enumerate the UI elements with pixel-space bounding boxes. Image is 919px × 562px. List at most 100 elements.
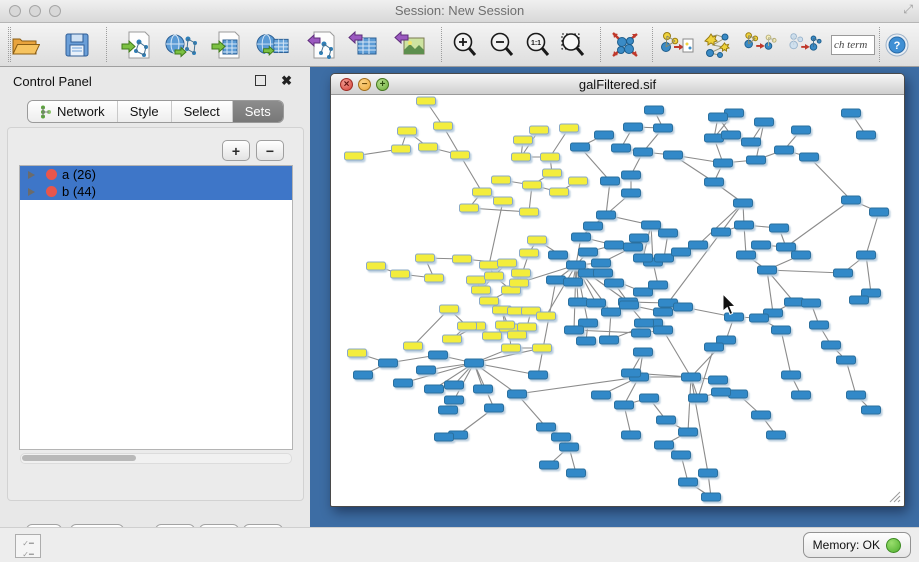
- import-network-file-button[interactable]: [120, 28, 154, 62]
- graph-node-yellow[interactable]: [494, 197, 513, 205]
- graph-node-blue[interactable]: [870, 208, 889, 216]
- help-button[interactable]: ?: [880, 28, 914, 62]
- graph-node-blue[interactable]: [615, 401, 634, 409]
- graph-node-blue[interactable]: [634, 254, 653, 262]
- network-frame[interactable]: × − + galFiltered.sif: [330, 73, 905, 507]
- graph-node-blue[interactable]: [772, 326, 791, 334]
- graph-node-blue[interactable]: [485, 404, 504, 412]
- graph-node-yellow[interactable]: [520, 249, 539, 257]
- graph-node-blue[interactable]: [549, 251, 568, 259]
- graph-node-blue[interactable]: [635, 319, 654, 327]
- tab-style[interactable]: Style: [118, 101, 172, 122]
- graph-node-blue[interactable]: [587, 299, 606, 307]
- graph-node-blue[interactable]: [802, 299, 821, 307]
- graph-node-yellow[interactable]: [508, 331, 527, 339]
- fullscreen-icon[interactable]: ⤢: [903, 2, 913, 17]
- graph-node-yellow[interactable]: [425, 274, 444, 282]
- graph-node-yellow[interactable]: [502, 344, 521, 352]
- graph-node-blue[interactable]: [508, 390, 527, 398]
- graph-node-blue[interactable]: [622, 369, 641, 377]
- graph-node-blue[interactable]: [565, 326, 584, 334]
- graph-node-yellow[interactable]: [467, 276, 486, 284]
- apply-layout-button[interactable]: [608, 28, 642, 62]
- graph-node-blue[interactable]: [425, 385, 444, 393]
- graph-node-blue[interactable]: [755, 118, 774, 126]
- graph-node-yellow[interactable]: [533, 344, 552, 352]
- graph-node-blue[interactable]: [842, 109, 861, 117]
- graph-node-yellow[interactable]: [528, 236, 547, 244]
- graph-node-blue[interactable]: [592, 391, 611, 399]
- graph-node-blue[interactable]: [785, 298, 804, 306]
- import-table-url-button[interactable]: [256, 28, 290, 62]
- graph-node-blue[interactable]: [634, 148, 653, 156]
- graph-node-blue[interactable]: [729, 390, 748, 398]
- graph-node-blue[interactable]: [564, 278, 583, 286]
- graph-node-blue[interactable]: [722, 131, 741, 139]
- open-session-button[interactable]: [8, 28, 42, 62]
- search-input[interactable]: [831, 35, 875, 55]
- zoom-out-button[interactable]: [485, 28, 519, 62]
- graph-node-blue[interactable]: [394, 379, 413, 387]
- import-table-file-button[interactable]: [210, 28, 244, 62]
- graph-node-yellow[interactable]: [348, 349, 367, 357]
- resize-grip-icon[interactable]: [888, 490, 901, 503]
- graph-node-yellow[interactable]: [480, 297, 499, 305]
- graph-node-blue[interactable]: [752, 411, 771, 419]
- graph-node-blue[interactable]: [800, 153, 819, 161]
- graph-node-blue[interactable]: [792, 126, 811, 134]
- graph-node-blue[interactable]: [569, 298, 588, 306]
- graph-node-yellow[interactable]: [512, 153, 531, 161]
- graph-node-blue[interactable]: [605, 279, 624, 287]
- select-nodes-button[interactable]: [701, 28, 735, 62]
- export-image-button[interactable]: [393, 28, 427, 62]
- graph-node-blue[interactable]: [379, 359, 398, 367]
- add-set-button[interactable]: +: [222, 140, 250, 161]
- graph-node-blue[interactable]: [850, 296, 869, 304]
- graph-node-blue[interactable]: [674, 303, 693, 311]
- graph-node-blue[interactable]: [679, 478, 698, 486]
- graph-node-blue[interactable]: [465, 359, 484, 367]
- graph-node-blue[interactable]: [742, 138, 761, 146]
- graph-node-blue[interactable]: [837, 356, 856, 364]
- graph-node-blue[interactable]: [547, 276, 566, 284]
- graph-node-yellow[interactable]: [419, 143, 438, 151]
- set-row-a[interactable]: a (26): [20, 166, 292, 183]
- network-from-file-selection-button[interactable]: [660, 28, 694, 62]
- graph-node-yellow[interactable]: [498, 259, 517, 267]
- graph-node-yellow[interactable]: [472, 286, 491, 294]
- graph-node-yellow[interactable]: [569, 177, 588, 185]
- zoom-selected-button[interactable]: [556, 28, 590, 62]
- graph-node-blue[interactable]: [705, 343, 724, 351]
- graph-node-blue[interactable]: [630, 234, 649, 242]
- graph-node-yellow[interactable]: [530, 126, 549, 134]
- graph-node-blue[interactable]: [834, 269, 853, 277]
- graph-node-blue[interactable]: [725, 313, 744, 321]
- graph-node-yellow[interactable]: [520, 208, 539, 216]
- graph-node-blue[interactable]: [571, 143, 590, 151]
- graph-node-blue[interactable]: [699, 469, 718, 477]
- remove-set-button[interactable]: −: [256, 140, 284, 161]
- graph-node-blue[interactable]: [577, 337, 596, 345]
- graph-node-blue[interactable]: [435, 433, 454, 441]
- expand-arrow-icon[interactable]: [28, 171, 35, 179]
- graph-node-blue[interactable]: [709, 113, 728, 121]
- network-canvas[interactable]: [331, 95, 904, 505]
- graph-node-blue[interactable]: [857, 131, 876, 139]
- graph-node-blue[interactable]: [737, 251, 756, 259]
- graph-node-blue[interactable]: [862, 406, 881, 414]
- graph-node-blue[interactable]: [770, 224, 789, 232]
- graph-node-blue[interactable]: [601, 177, 620, 185]
- graph-node-yellow[interactable]: [510, 279, 529, 287]
- graph-node-blue[interactable]: [792, 251, 811, 259]
- graph-node-blue[interactable]: [642, 221, 661, 229]
- graph-node-blue[interactable]: [777, 243, 796, 251]
- set-row-b[interactable]: b (44): [20, 183, 292, 200]
- graph-node-blue[interactable]: [767, 431, 786, 439]
- graph-node-blue[interactable]: [822, 341, 841, 349]
- graph-node-blue[interactable]: [567, 261, 586, 269]
- graph-node-yellow[interactable]: [345, 152, 364, 160]
- graph-node-blue[interactable]: [439, 406, 458, 414]
- zoom-in-button[interactable]: [448, 28, 482, 62]
- graph-node-blue[interactable]: [734, 199, 753, 207]
- graph-node-yellow[interactable]: [496, 321, 515, 329]
